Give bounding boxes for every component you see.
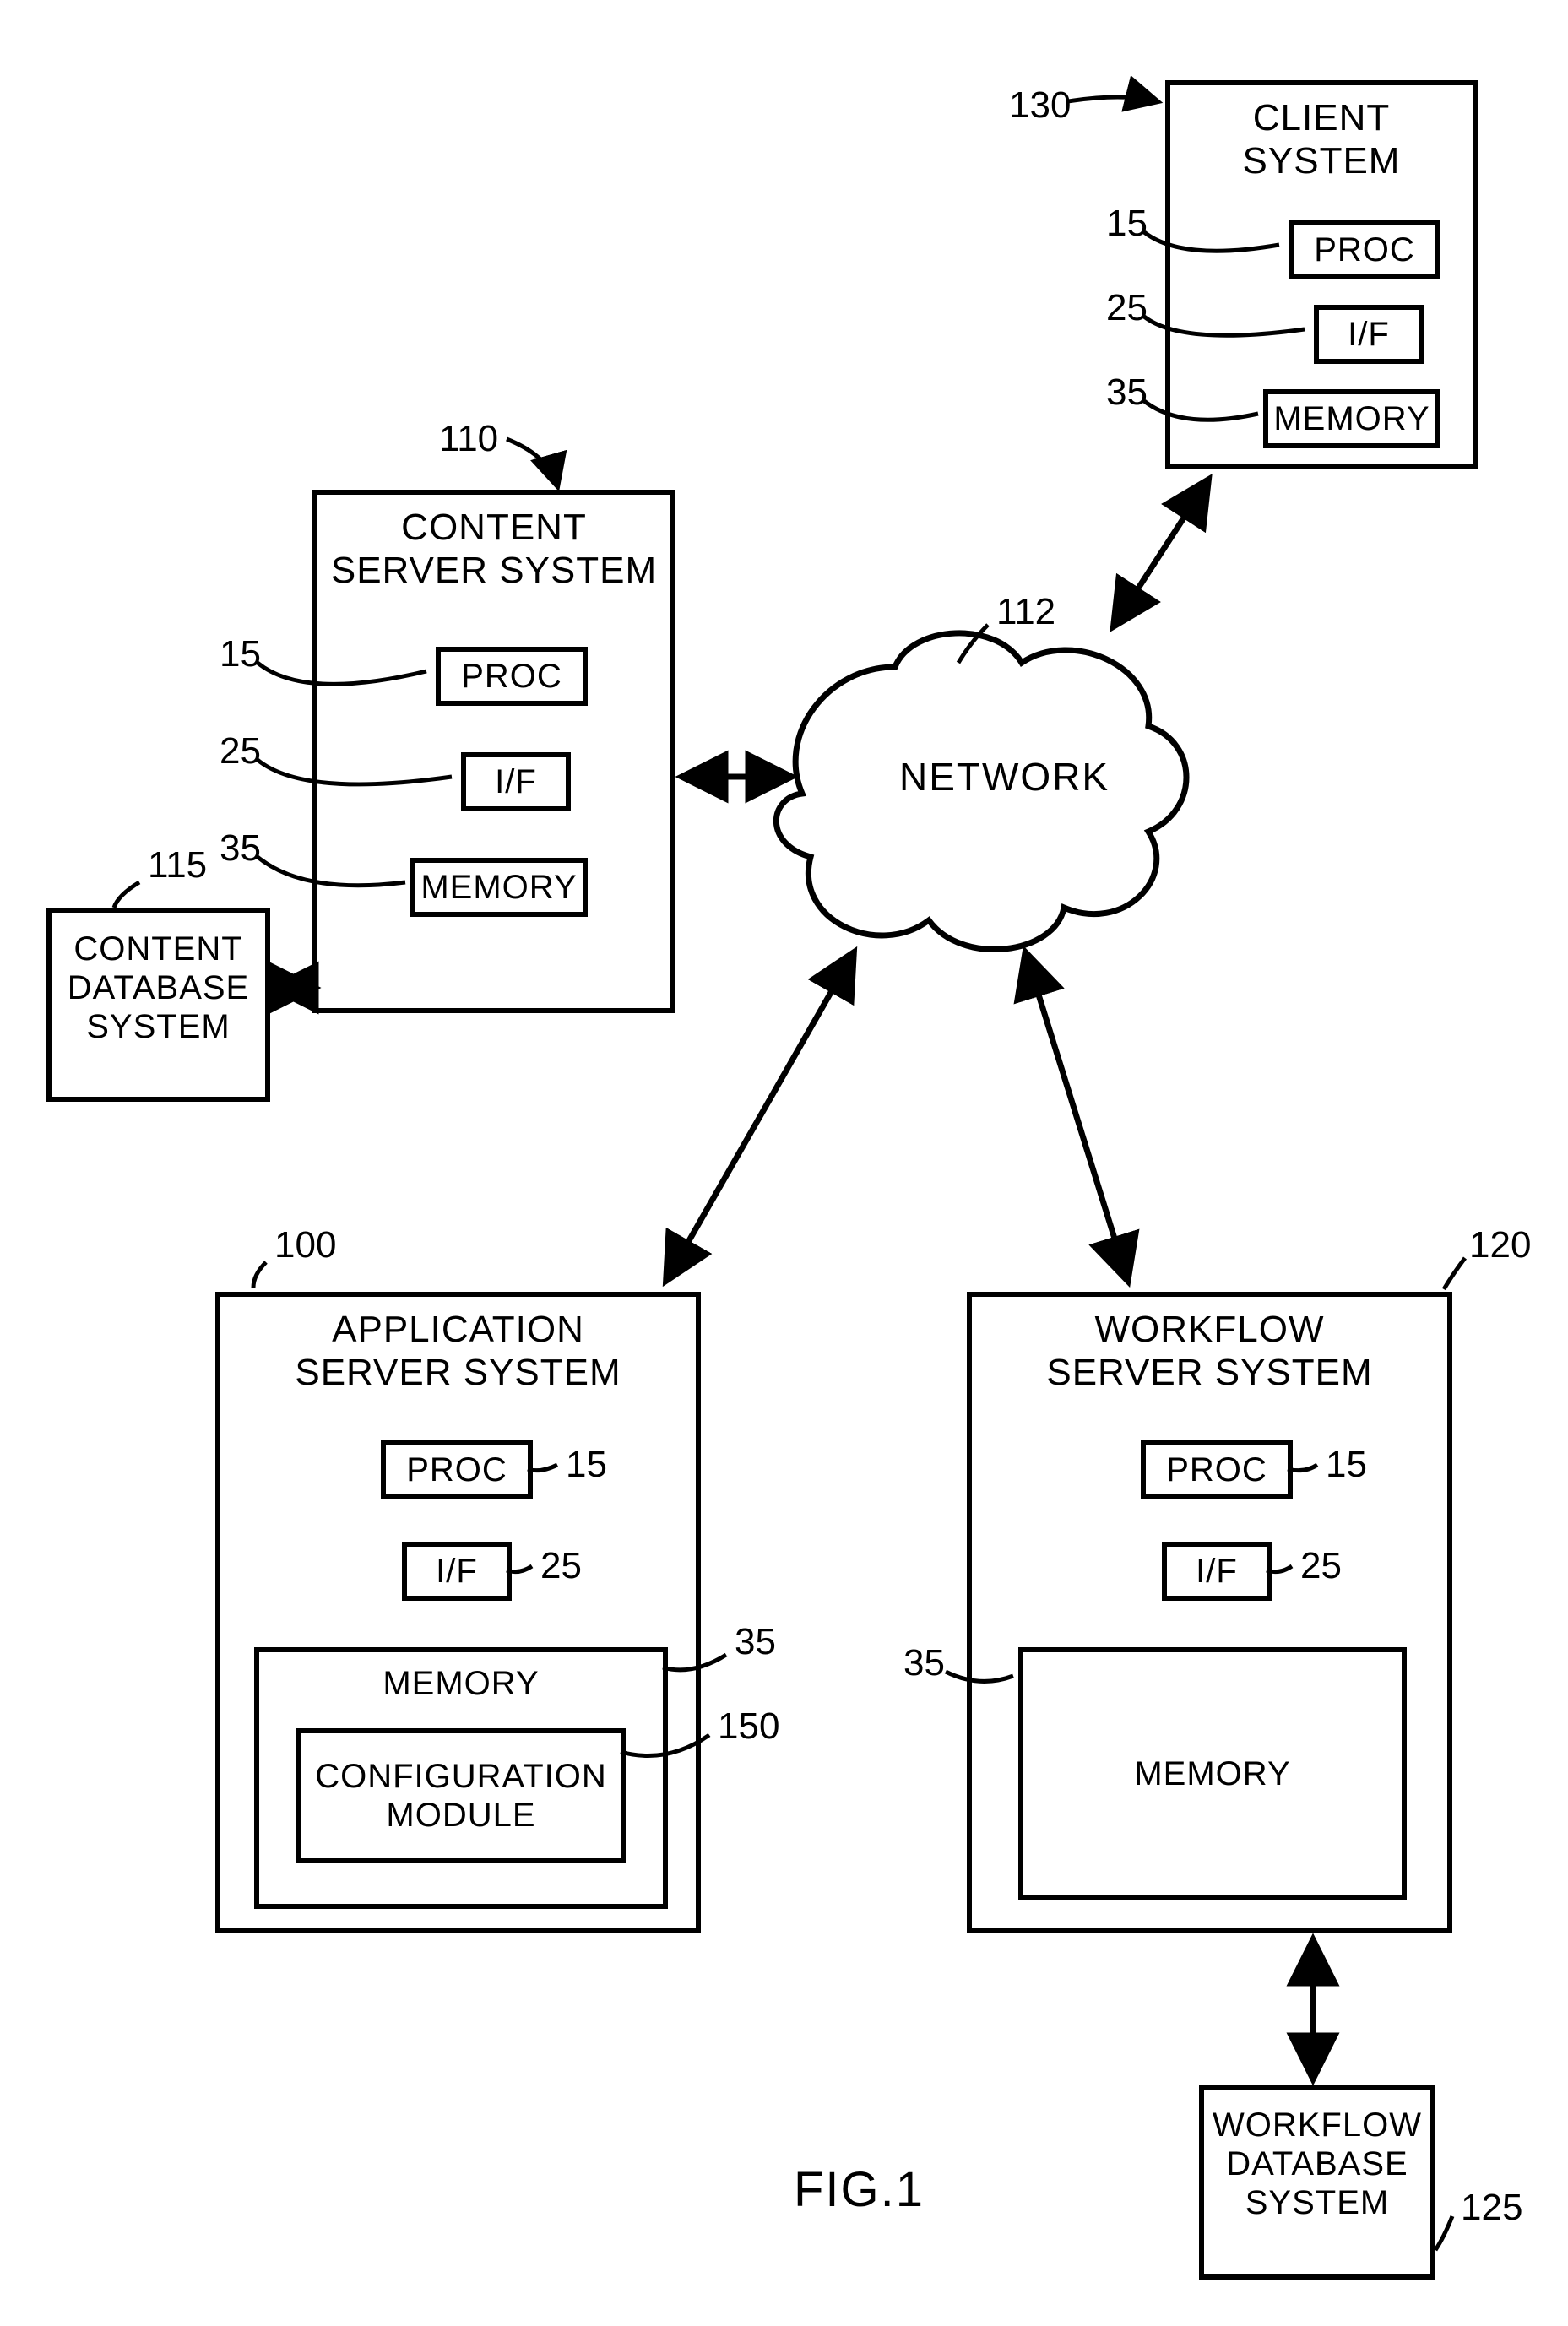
workflow-mem-box: MEMORY xyxy=(1018,1647,1407,1900)
workflow-proc-box: PROC xyxy=(1141,1440,1293,1499)
content-server-ref: 110 xyxy=(439,418,498,460)
content-proc-ref: 15 xyxy=(220,633,261,675)
app-config-box: CONFIGURATION MODULE xyxy=(296,1728,626,1863)
client-if-box: I/F xyxy=(1314,305,1424,364)
workflow-if-ref: 25 xyxy=(1300,1545,1342,1587)
client-proc-ref: 15 xyxy=(1106,203,1148,245)
content-server-title: CONTENT SERVER SYSTEM xyxy=(317,495,670,592)
arrow-workflow-network xyxy=(1026,954,1127,1279)
arrow-app-network xyxy=(667,954,853,1279)
content-db-ref: 115 xyxy=(148,844,207,886)
app-config-label: CONFIGURATION MODULE xyxy=(315,1757,607,1835)
client-system-title: CLIENT SYSTEM xyxy=(1170,85,1473,182)
leader-130 xyxy=(1068,97,1157,101)
content-mem-box: MEMORY xyxy=(410,858,588,917)
content-server-box: CONTENT SERVER SYSTEM PROC I/F MEMORY xyxy=(312,490,675,1013)
app-mem-box: MEMORY CONFIGURATION MODULE xyxy=(254,1647,668,1909)
diagram-canvas: CLIENT SYSTEM PROC I/F MEMORY 130 15 25 … xyxy=(0,0,1568,2326)
workflow-if-box: I/F xyxy=(1162,1542,1272,1601)
workflow-proc-label: PROC xyxy=(1161,1450,1272,1491)
content-mem-ref: 35 xyxy=(220,827,261,870)
workflow-server-ref: 120 xyxy=(1469,1224,1531,1266)
network-label: NETWORK xyxy=(899,754,1110,800)
leader-100 xyxy=(253,1262,266,1288)
content-db-box: CONTENT DATABASE SYSTEM xyxy=(46,908,270,1102)
client-mem-label: MEMORY xyxy=(1268,399,1435,440)
app-if-ref: 25 xyxy=(540,1545,582,1587)
client-if-label: I/F xyxy=(1343,314,1395,355)
client-mem-ref: 35 xyxy=(1106,371,1148,414)
figure-label: FIG.1 xyxy=(794,2161,925,2218)
app-if-box: I/F xyxy=(402,1542,512,1601)
network-ref: 112 xyxy=(996,591,1055,633)
app-server-box: APPLICATION SERVER SYSTEM PROC I/F MEMOR… xyxy=(215,1292,701,1933)
leader-110 xyxy=(507,439,557,485)
arrow-client-network xyxy=(1115,481,1207,625)
workflow-db-title: WORKFLOW DATABASE SYSTEM xyxy=(1204,2090,1430,2222)
content-if-box: I/F xyxy=(461,752,571,811)
app-if-label: I/F xyxy=(431,1551,483,1592)
workflow-server-box: WORKFLOW SERVER SYSTEM PROC I/F MEMORY xyxy=(967,1292,1452,1933)
workflow-server-title: WORKFLOW SERVER SYSTEM xyxy=(972,1297,1447,1394)
leader-115 xyxy=(114,882,139,908)
app-proc-ref: 15 xyxy=(566,1444,607,1486)
app-config-ref: 150 xyxy=(718,1705,779,1748)
content-proc-label: PROC xyxy=(456,656,567,697)
workflow-mem-label: MEMORY xyxy=(1134,1755,1290,1793)
workflow-if-label: I/F xyxy=(1191,1551,1243,1592)
workflow-mem-ref: 35 xyxy=(903,1642,945,1684)
app-server-title: APPLICATION SERVER SYSTEM xyxy=(220,1297,696,1394)
content-proc-box: PROC xyxy=(436,647,588,706)
workflow-proc-ref: 15 xyxy=(1326,1444,1367,1486)
client-if-ref: 25 xyxy=(1106,287,1148,329)
client-proc-box: PROC xyxy=(1289,220,1440,279)
content-if-label: I/F xyxy=(490,762,542,803)
client-system-box: CLIENT SYSTEM PROC I/F MEMORY xyxy=(1165,80,1478,469)
app-mem-label: MEMORY xyxy=(383,1665,539,1703)
app-mem-ref: 35 xyxy=(735,1621,776,1663)
leader-120 xyxy=(1444,1258,1465,1289)
workflow-db-box: WORKFLOW DATABASE SYSTEM xyxy=(1199,2085,1435,2280)
workflow-db-ref: 125 xyxy=(1461,2187,1522,2229)
leader-112 xyxy=(958,625,988,663)
client-mem-box: MEMORY xyxy=(1263,389,1440,448)
content-mem-label: MEMORY xyxy=(415,867,582,908)
leader-125 xyxy=(1435,2216,1452,2250)
client-proc-label: PROC xyxy=(1309,230,1420,271)
app-proc-box: PROC xyxy=(381,1440,533,1499)
content-db-title: CONTENT DATABASE SYSTEM xyxy=(52,913,265,1046)
content-if-ref: 25 xyxy=(220,730,261,773)
app-proc-label: PROC xyxy=(401,1450,513,1491)
app-server-ref: 100 xyxy=(274,1224,336,1266)
client-system-ref: 130 xyxy=(1009,84,1071,127)
